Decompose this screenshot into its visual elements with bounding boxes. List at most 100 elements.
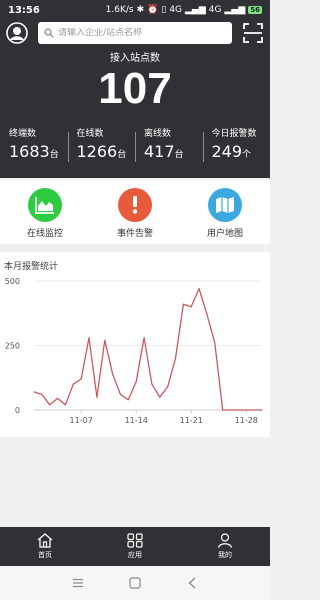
data-point — [127, 399, 129, 401]
back-icon — [188, 577, 196, 589]
map-icon — [208, 188, 242, 222]
online-monitor-button[interactable]: 在线监控 — [0, 180, 90, 244]
signal-icon: ▂▄▆ — [185, 5, 206, 15]
data-point — [229, 409, 232, 411]
status-bar: 13:56 1.6K/s ✱ ⏰ ▯ 4G ▂▄▆ 4G ▂▄▆ 56 — [0, 0, 270, 20]
alarm-chart-card: 本月报警统计 0 250 500 11-07 11-14 11-21 11-28 — [0, 252, 270, 437]
stat-unit: 个 — [242, 150, 252, 160]
data-point — [198, 288, 200, 290]
user-icon — [217, 533, 233, 548]
exclamation-icon — [118, 188, 152, 222]
data-point — [159, 396, 161, 398]
data-point — [104, 339, 106, 341]
x-tick-label: 11-07 — [70, 416, 93, 425]
system-nav-bar — [0, 566, 270, 600]
user-map-button[interactable]: 用户地图 — [180, 180, 270, 244]
scan-icon[interactable] — [243, 23, 263, 43]
y-tick-label: 250 — [5, 342, 20, 351]
data-point — [41, 393, 43, 396]
stat-value: 417 — [144, 142, 175, 161]
action-label: 用户地图 — [206, 229, 243, 239]
data-point — [174, 357, 177, 359]
data-point — [151, 383, 153, 385]
data-point — [119, 393, 122, 396]
data-point — [206, 313, 208, 316]
search-icon — [44, 28, 54, 38]
data-point — [49, 404, 51, 406]
stat-today-alarms[interactable]: 今日报警数 249个 — [202, 126, 271, 166]
nav-label: 首页 — [38, 551, 52, 559]
data-point — [245, 409, 247, 411]
bottom-nav: 首页 应用 我的 — [0, 527, 270, 566]
data-point — [222, 409, 224, 411]
nav-label: 我的 — [218, 551, 232, 559]
stat-terminals[interactable]: 终端数 1683台 — [0, 126, 68, 166]
status-indicators: 1.6K/s ✱ ⏰ ▯ 4G ▂▄▆ 4G ▂▄▆ 56 — [106, 5, 262, 15]
stat-unit: 台 — [174, 150, 184, 160]
data-point — [214, 342, 216, 344]
data-point — [237, 409, 240, 411]
stat-offline[interactable]: 离线数 417台 — [135, 126, 203, 166]
nav-label: 应用 — [128, 551, 142, 559]
stat-label: 离线数 — [144, 129, 172, 139]
data-point — [72, 383, 74, 385]
search-bar[interactable] — [38, 22, 232, 44]
data-point — [64, 404, 67, 406]
data-point — [182, 303, 184, 305]
stat-online[interactable]: 在线数 1266台 — [67, 126, 136, 166]
data-point — [80, 378, 82, 380]
sites-label: 接入站点数 — [110, 53, 160, 64]
data-point — [190, 306, 192, 308]
menu-button[interactable] — [68, 573, 88, 593]
dashboard-header: 接入站点数 107 终端数 1683台 在线数 1266台 离线数 417台 今… — [0, 20, 270, 178]
quick-actions: 在线监控 事件告警 用户地图 — [0, 180, 270, 244]
bluetooth-icon: ✱ — [136, 5, 145, 15]
home-button[interactable] — [125, 573, 145, 593]
nav-home[interactable]: 首页 — [0, 527, 90, 566]
action-label: 事件告警 — [116, 229, 153, 239]
data-point — [261, 409, 263, 411]
status-time: 13:56 — [8, 4, 40, 16]
signal-icon: ▂▄▆ — [224, 5, 246, 15]
nav-apps[interactable]: 应用 — [90, 527, 180, 566]
vibrate-icon: ▯ — [161, 5, 167, 15]
event-alarm-button[interactable]: 事件告警 — [90, 180, 180, 244]
data-point — [88, 337, 90, 339]
data-point — [56, 397, 59, 399]
battery-icon: 56 — [248, 6, 262, 14]
search-input[interactable] — [58, 28, 218, 38]
data-point — [135, 381, 137, 383]
alarm-icon: ⏰ — [147, 5, 159, 15]
data-point — [143, 337, 145, 339]
stat-label: 终端数 — [9, 129, 37, 139]
stat-label: 今日报警数 — [211, 129, 257, 139]
network-speed: 1.6K/s — [105, 5, 134, 15]
menu-icon — [73, 578, 84, 588]
signal-label-1: 4G — [169, 5, 183, 15]
square-icon — [129, 577, 141, 589]
data-point — [167, 386, 169, 388]
x-tick-label: 11-14 — [125, 416, 148, 425]
x-tick-label: 11-21 — [180, 416, 203, 425]
alarm-line-chart: 0 250 500 11-07 11-14 11-21 11-28 — [5, 277, 263, 425]
stat-value: 1683 — [9, 142, 50, 161]
chart-area-icon — [28, 188, 62, 222]
stats-row: 终端数 1683台 在线数 1266台 离线数 417台 今日报警数 249个 — [0, 126, 270, 166]
signal-label-2: 4G — [208, 5, 222, 15]
stat-unit: 台 — [117, 150, 127, 160]
nav-profile[interactable]: 我的 — [180, 527, 270, 566]
stat-value: 1266 — [76, 142, 118, 161]
x-tick-label: 11-28 — [235, 416, 258, 425]
data-point — [33, 391, 35, 393]
back-button[interactable] — [182, 573, 202, 593]
action-label: 在线监控 — [26, 229, 63, 239]
data-point — [112, 373, 114, 375]
home-icon — [37, 533, 53, 548]
y-tick-label: 500 — [5, 277, 20, 286]
stat-value: 249 — [211, 142, 243, 161]
avatar-icon[interactable] — [6, 22, 28, 44]
sites-count: 107 — [98, 64, 172, 113]
stat-label: 在线数 — [76, 129, 104, 139]
y-tick-label: 0 — [15, 406, 20, 415]
data-point — [253, 409, 255, 411]
